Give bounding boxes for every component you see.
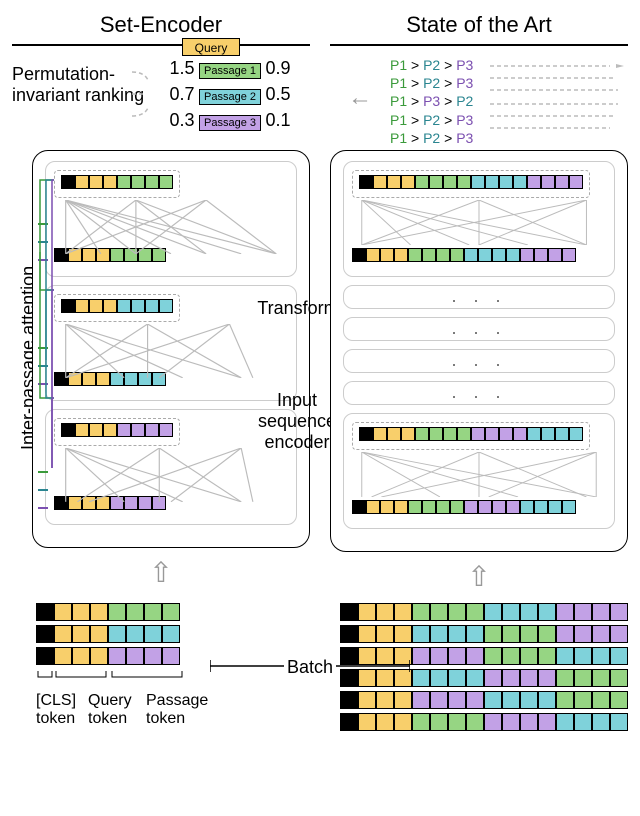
left-transformer-box	[32, 150, 310, 548]
sota-placeholder: . . .	[343, 285, 615, 309]
right-title: State of the Art	[330, 12, 628, 38]
sota-placeholder: . . .	[343, 317, 615, 341]
underbrace-icon	[36, 669, 206, 687]
batch-row	[340, 603, 628, 621]
cls-token-label: [CLS] token	[36, 692, 82, 728]
query-legend: Query	[182, 38, 242, 58]
sota-placeholder: . . .	[343, 381, 615, 405]
batch-row	[340, 625, 628, 643]
sota-placeholder: . . .	[343, 349, 615, 373]
batch-label: Batch	[210, 657, 410, 678]
sota-encoder-top	[343, 161, 615, 277]
seq-encoder-1	[45, 161, 297, 277]
query-token-label: Query token	[88, 692, 140, 728]
batch-row	[340, 713, 628, 731]
batch-row	[36, 625, 320, 643]
sota-encoder-bottom	[343, 413, 615, 529]
divider	[330, 44, 628, 46]
dashed-connectors-icon	[12, 58, 640, 150]
passage-token-label: Passage token	[146, 692, 218, 728]
divider	[12, 44, 310, 46]
up-arrow-icon: ⇧	[330, 560, 628, 593]
left-title: Set-Encoder	[12, 12, 310, 38]
batch-row	[36, 603, 320, 621]
up-arrow-icon: ⇧	[12, 556, 310, 589]
right-transformer-box: . . . . . . . . . . . .	[330, 150, 628, 552]
batch-row	[340, 691, 628, 709]
